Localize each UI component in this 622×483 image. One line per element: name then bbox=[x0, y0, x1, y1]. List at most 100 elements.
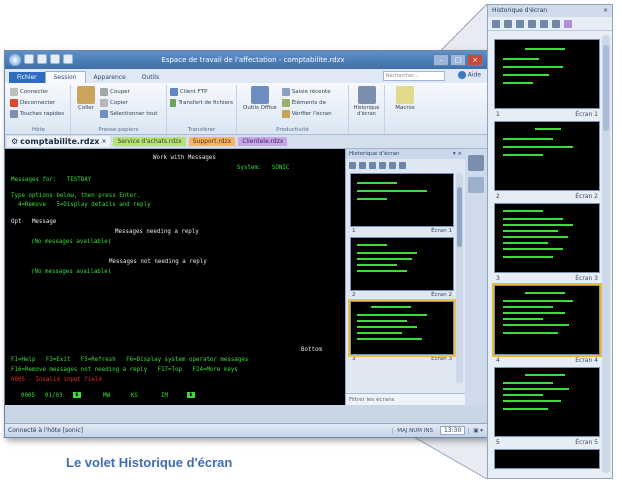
quick-keys-button[interactable]: Touches rapides bbox=[10, 108, 67, 119]
send-icon[interactable] bbox=[516, 19, 524, 28]
magnified-thumbnail[interactable] bbox=[494, 367, 600, 437]
maximize-button[interactable]: □ bbox=[450, 54, 466, 66]
history-caption: 3 Écran 3 bbox=[352, 356, 452, 362]
history-camera-icon[interactable] bbox=[379, 161, 386, 169]
history-filter-input[interactable]: Filtrer les écrans bbox=[346, 393, 466, 405]
history-scrollbar[interactable] bbox=[456, 173, 463, 383]
close-button[interactable]: × bbox=[467, 54, 483, 66]
terminal-bottom: Bottom bbox=[301, 347, 322, 353]
history-thumbnail[interactable] bbox=[350, 173, 454, 227]
terminal-screen[interactable]: Work with Messages System: SONIC Message… bbox=[5, 149, 345, 405]
ribbon-tabs: Fichier Session Apparence Outils Recherc… bbox=[5, 69, 487, 83]
view-icon[interactable]: ▣ ▾ bbox=[468, 427, 487, 434]
elements-button[interactable]: Éléments de bbox=[281, 97, 332, 108]
macros-button[interactable]: Macros bbox=[388, 86, 422, 111]
history-delete-icon[interactable] bbox=[389, 161, 396, 169]
terminal-status-1: 0005 bbox=[21, 393, 35, 399]
group-label-hote: Hôte bbox=[31, 127, 46, 133]
connect-icon bbox=[10, 87, 18, 96]
file-transfer-button[interactable]: Transfert de fichiers bbox=[170, 97, 233, 108]
history-thumbnail[interactable] bbox=[350, 237, 454, 291]
pin-icon[interactable]: ▾ × bbox=[453, 149, 462, 159]
print-icon[interactable] bbox=[504, 19, 512, 28]
terminal-instruction-1: Type options below, then press Enter. bbox=[11, 193, 141, 199]
magnified-thumbnail-selected[interactable] bbox=[492, 283, 602, 357]
history-settings-icon[interactable] bbox=[399, 161, 406, 169]
terminal-needing-header: Messages needing a reply bbox=[115, 229, 199, 235]
doc-tab-support[interactable]: Support.rdzx bbox=[188, 137, 236, 146]
side-macro-icon[interactable] bbox=[468, 177, 484, 193]
history-save-icon[interactable] bbox=[349, 161, 356, 169]
minimize-button[interactable]: – bbox=[433, 54, 449, 66]
search-input[interactable]: Rechercher... bbox=[383, 71, 445, 81]
delete-icon[interactable] bbox=[540, 19, 548, 28]
tab-session[interactable]: Session bbox=[44, 71, 86, 83]
save-icon[interactable] bbox=[492, 19, 500, 28]
disconnect-button[interactable]: Déconnecter bbox=[10, 97, 67, 108]
terminal-messages-for: Messages for: TESTDAY bbox=[11, 177, 92, 183]
magnified-caption: 2 Écran 2 bbox=[496, 193, 598, 200]
screen-history-button[interactable]: Historique d'écran bbox=[352, 86, 381, 117]
magnified-scrollbar[interactable] bbox=[602, 35, 610, 473]
new-icon[interactable] bbox=[24, 54, 34, 64]
history-print-icon[interactable] bbox=[359, 161, 366, 169]
history-send-icon[interactable] bbox=[369, 161, 376, 169]
select-all-button[interactable]: Sélectionner tout bbox=[100, 108, 157, 119]
help-label: Aide bbox=[467, 71, 481, 79]
history-scroll-thumb[interactable] bbox=[457, 187, 462, 247]
history-thumbnail-selected[interactable] bbox=[348, 299, 456, 357]
figure-caption: Le volet Historique d'écran bbox=[66, 455, 233, 470]
close-icon[interactable]: × bbox=[101, 138, 106, 145]
magnified-history-panel: Historique d'écran × 1 Écran 1 2 Écran 2 3É… bbox=[487, 4, 613, 479]
print-icon[interactable] bbox=[50, 54, 60, 64]
settings-icon[interactable] bbox=[552, 19, 560, 28]
copy-icon bbox=[100, 98, 108, 107]
copy-button[interactable]: Copier bbox=[100, 97, 157, 108]
magnified-toolbar bbox=[488, 17, 612, 31]
magnified-thumbnail[interactable] bbox=[494, 121, 600, 191]
terminal-error: 0005 - Invalid input field bbox=[11, 377, 102, 383]
doc-tab-comptabilite[interactable]: ⚙ comptabilite.rdzx × bbox=[7, 136, 111, 147]
doc-tab-clientele[interactable]: Clientele.rdzx bbox=[238, 137, 288, 146]
magnified-thumbnail[interactable] bbox=[494, 449, 600, 469]
eraser-icon[interactable] bbox=[564, 19, 572, 28]
check-screen-button[interactable]: Vérifier l'écran bbox=[281, 108, 332, 119]
save-icon[interactable] bbox=[37, 54, 47, 64]
side-history-icon[interactable] bbox=[468, 155, 484, 171]
check-screen-icon bbox=[281, 109, 290, 118]
terminal-insert-block: ▮ bbox=[187, 392, 195, 398]
camera-icon[interactable] bbox=[528, 19, 536, 28]
select-all-icon bbox=[100, 109, 108, 118]
office-tools-button[interactable]: Outils Office bbox=[240, 86, 280, 124]
magnified-close-icon[interactable]: × bbox=[603, 5, 608, 17]
app-orb-icon[interactable] bbox=[9, 54, 21, 66]
magnified-thumbnail[interactable] bbox=[494, 39, 600, 109]
ftp-client-button[interactable]: Client FTP bbox=[170, 86, 233, 97]
side-strip bbox=[465, 149, 487, 405]
history-panel-header: Historique d'écran ▾ × bbox=[346, 149, 465, 159]
doc-tab-service-achats[interactable]: Service d'achats.rdzx bbox=[113, 137, 186, 146]
help-icon bbox=[457, 71, 466, 79]
terminal-cursor-block: ▮ bbox=[73, 392, 81, 398]
tab-outils[interactable]: Outils bbox=[134, 72, 167, 83]
disconnect-icon bbox=[10, 98, 18, 107]
tab-apparence[interactable]: Apparence bbox=[86, 72, 134, 83]
terminal-fkeys-2: F16=Remove messages not needing a reply … bbox=[11, 367, 238, 373]
group-label-productivite: Productivité bbox=[276, 127, 309, 133]
magnified-scroll-thumb[interactable] bbox=[603, 45, 609, 131]
tab-fichier[interactable]: Fichier bbox=[9, 72, 45, 83]
recent-typing-button[interactable]: Saisie récente bbox=[281, 86, 332, 97]
undo-icon[interactable] bbox=[63, 54, 73, 64]
magnified-thumbnail[interactable] bbox=[494, 203, 600, 273]
history-toolbar bbox=[346, 159, 465, 171]
terminal-column-header: Opt Message bbox=[11, 219, 57, 225]
terminal-none-2: (No messages available) bbox=[31, 269, 112, 275]
elements-icon bbox=[281, 98, 290, 107]
terminal-fkeys-1: F1=Help F3=Exit F5=Refresh F6=Display sy… bbox=[11, 357, 249, 363]
terminal-instruction-2: 4=Remove 5=Display details and reply bbox=[11, 202, 151, 208]
connect-button[interactable]: Connecter bbox=[10, 86, 67, 97]
magnified-caption: 5 Écran 5 bbox=[496, 439, 598, 446]
help-button[interactable]: Aide bbox=[457, 71, 481, 79]
paste-button[interactable]: Coller bbox=[74, 86, 98, 124]
cut-button[interactable]: Couper bbox=[100, 86, 157, 97]
